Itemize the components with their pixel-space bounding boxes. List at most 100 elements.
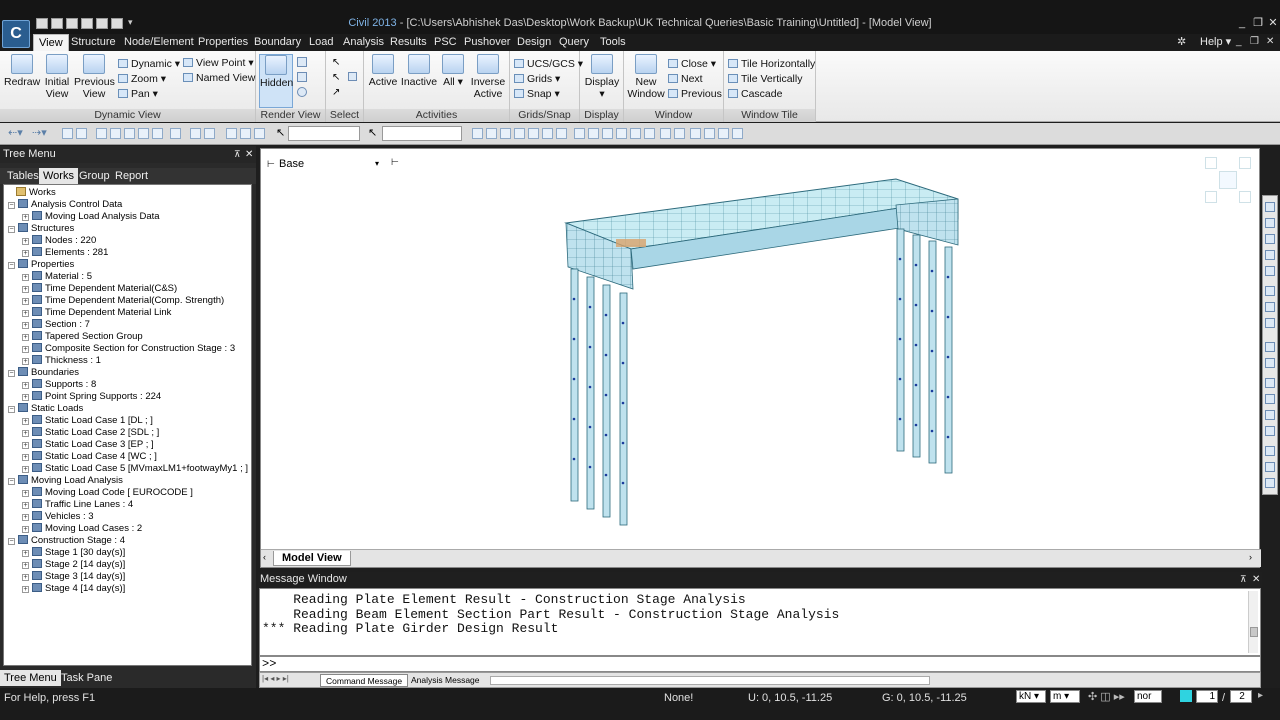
status-next-icon[interactable]: ▸ (1258, 690, 1263, 701)
tree-item[interactable]: + Stage 2 [14 day(s)] (22, 559, 125, 571)
tree-item[interactable]: + Moving Load Analysis Data (22, 211, 160, 223)
render-perspective-icon[interactable] (297, 72, 307, 82)
tree-item[interactable]: + Tapered Section Group (22, 331, 143, 343)
expand-icon[interactable]: − (8, 538, 15, 545)
strip-icon-1[interactable] (1265, 202, 1275, 212)
expand-icon[interactable]: + (22, 214, 29, 221)
expand-icon[interactable]: + (22, 346, 29, 353)
tab-query[interactable]: Query (559, 34, 589, 51)
dynamic-button[interactable]: Dynamic ▾ (118, 57, 180, 71)
select-arrow-2-icon[interactable]: ↖ (368, 126, 377, 139)
expand-icon[interactable]: + (22, 430, 29, 437)
tree-item[interactable]: + Static Load Case 2 [SDL ; ] (22, 427, 159, 439)
tab-pushover[interactable]: Pushover (464, 34, 510, 51)
tree-item[interactable]: + Material : 5 (22, 271, 92, 283)
toolbar-icon-9[interactable] (190, 128, 201, 139)
expand-icon[interactable]: − (8, 406, 15, 413)
tree-item[interactable]: + Moving Load Cases : 2 (22, 523, 142, 535)
tree-item[interactable]: + Point Spring Supports : 224 (22, 391, 161, 403)
toolbar-icon-7[interactable] (152, 128, 163, 139)
tab-nav-icon[interactable]: |◂ ◂ ▸ ▸| (262, 674, 289, 683)
tree-item[interactable]: + Supports : 8 (22, 379, 96, 391)
expand-icon[interactable]: + (22, 322, 29, 329)
toolbar-icon-29[interactable] (690, 128, 701, 139)
strip-icon-14[interactable] (1265, 426, 1275, 436)
expand-icon[interactable]: + (22, 514, 29, 521)
zoom-in-icon[interactable] (1265, 234, 1275, 244)
active-button[interactable]: Active (366, 54, 400, 88)
toolbar-icon-16[interactable] (500, 128, 511, 139)
strip-icon-10[interactable] (1265, 358, 1275, 368)
toolbar-icon-22[interactable] (588, 128, 599, 139)
toolbar-icon-31[interactable] (718, 128, 729, 139)
ucs-gcs-button[interactable]: UCS/GCS ▾ (514, 57, 583, 71)
tree-item[interactable]: + Time Dependent Material Link (22, 307, 171, 319)
toolbar-icon-21[interactable] (574, 128, 585, 139)
expand-icon[interactable]: + (22, 382, 29, 389)
strip-icon-17[interactable] (1265, 478, 1275, 488)
grids-button[interactable]: Grids ▾ (514, 72, 560, 86)
tab-design[interactable]: Design (517, 34, 551, 51)
horizontal-scrollbar[interactable] (490, 676, 930, 685)
select-pointer-icon[interactable]: ↖ (332, 57, 340, 68)
zoom-button[interactable]: Zoom ▾ (118, 72, 166, 86)
initial-view-button[interactable]: Initial View (42, 54, 72, 100)
toolbar-icon-20[interactable] (556, 128, 567, 139)
expand-icon[interactable]: − (8, 226, 15, 233)
snap-toggle-icon[interactable]: ✣ ◫ ▸▸ (1088, 690, 1125, 703)
render-shade-icon[interactable] (297, 87, 307, 97)
toolbar-icon-10[interactable] (204, 128, 215, 139)
expand-icon[interactable]: + (22, 274, 29, 281)
tab-task-pane[interactable]: Task Pane (57, 670, 116, 686)
expand-icon[interactable]: + (22, 358, 29, 365)
scroll-left-icon[interactable]: ‹ (263, 552, 266, 562)
expand-icon[interactable]: + (22, 562, 29, 569)
toolbar-icon-3[interactable] (96, 128, 107, 139)
tree-root[interactable]: −Works (6, 187, 56, 199)
toolbar-icon-12[interactable] (240, 128, 251, 139)
toolbar-icon-15[interactable] (486, 128, 497, 139)
zoom-out-icon[interactable] (1265, 250, 1275, 260)
next-window-button[interactable]: Next (668, 72, 703, 86)
panel-close-icon[interactable]: ✕ (245, 146, 253, 163)
toolbar-icon-27[interactable] (660, 128, 671, 139)
expand-icon[interactable]: + (22, 310, 29, 317)
expand-icon[interactable]: + (22, 298, 29, 305)
tree-item[interactable]: + Static Load Case 3 [EP ; ] (22, 439, 154, 451)
norm-select[interactable]: nor (1134, 690, 1162, 703)
expand-icon[interactable]: − (8, 370, 15, 377)
pin-icon[interactable]: ⊼ (1240, 572, 1247, 587)
strip-icon-15[interactable] (1265, 446, 1275, 456)
tab-structure[interactable]: Structure (71, 34, 116, 51)
hidden-button[interactable]: Hidden (259, 54, 293, 108)
select-window-icon[interactable]: ↖ (332, 72, 340, 83)
new-window-button[interactable]: New Window (626, 54, 666, 100)
tab-boundary[interactable]: Boundary (254, 34, 301, 51)
toolbar-icon-30[interactable] (704, 128, 715, 139)
tile-vertically-button[interactable]: Tile Vertically (728, 72, 802, 86)
redo-view-icon[interactable]: ⇢▾ (32, 126, 47, 139)
toolbar-icon-23[interactable] (602, 128, 613, 139)
toolbar-icon-19[interactable] (542, 128, 553, 139)
toolbar-icon-17[interactable] (514, 128, 525, 139)
strip-icon-6[interactable] (1265, 286, 1275, 296)
tab-works[interactable]: Works (39, 168, 78, 184)
page-current[interactable]: 1 (1196, 690, 1218, 703)
expand-icon[interactable]: + (22, 250, 29, 257)
toolbar-icon-28[interactable] (674, 128, 685, 139)
command-input[interactable]: >> (259, 656, 1261, 672)
select-arrow-icon[interactable]: ↖ (276, 126, 285, 139)
cascade-button[interactable]: Cascade (728, 87, 782, 101)
tab-command-message[interactable]: Command Message (320, 674, 409, 687)
tree-item[interactable]: + Static Load Case 4 [WC ; ] (22, 451, 157, 463)
expand-icon[interactable]: + (22, 586, 29, 593)
tab-tools[interactable]: Tools (600, 34, 626, 51)
toolbar-icon-11[interactable] (226, 128, 237, 139)
expand-icon[interactable]: − (8, 478, 15, 485)
tab-group[interactable]: Group (75, 168, 114, 184)
tab-psc[interactable]: PSC (434, 34, 457, 51)
toolbar-icon-13[interactable] (254, 128, 265, 139)
select-combo-2[interactable] (382, 126, 462, 141)
close-window-button[interactable]: Close ▾ (668, 57, 716, 71)
gear-icon[interactable]: ✲ (1177, 35, 1186, 48)
